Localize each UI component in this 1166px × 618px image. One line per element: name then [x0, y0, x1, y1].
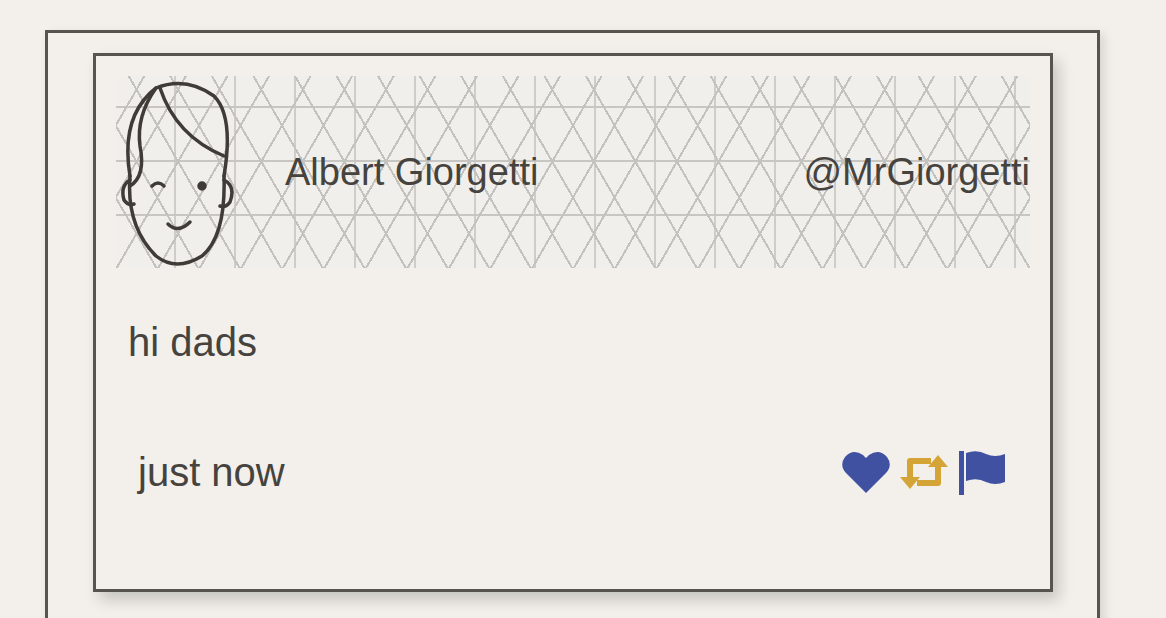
user-name[interactable]: Albert Giorgetti: [285, 151, 538, 194]
tweet-time: just now: [138, 448, 285, 496]
retweet-icon[interactable]: [897, 449, 951, 495]
flag-icon[interactable]: [957, 449, 1007, 495]
page: Albert Giorgetti @MrGiorgetti hi dads ju…: [0, 0, 1166, 618]
heart-icon[interactable]: [841, 449, 891, 495]
feed-panel: Albert Giorgetti @MrGiorgetti hi dads ju…: [45, 30, 1100, 618]
user-handle[interactable]: @MrGiorgetti: [804, 151, 1031, 194]
tweet-card: Albert Giorgetti @MrGiorgetti hi dads ju…: [93, 53, 1053, 592]
tweet-actions: [841, 449, 1007, 495]
tweet-footer: just now: [116, 448, 1030, 496]
tweet-text: hi dads: [116, 318, 1030, 366]
avatar-face-icon[interactable]: [116, 76, 236, 268]
tweet-header: Albert Giorgetti @MrGiorgetti: [116, 76, 1030, 268]
